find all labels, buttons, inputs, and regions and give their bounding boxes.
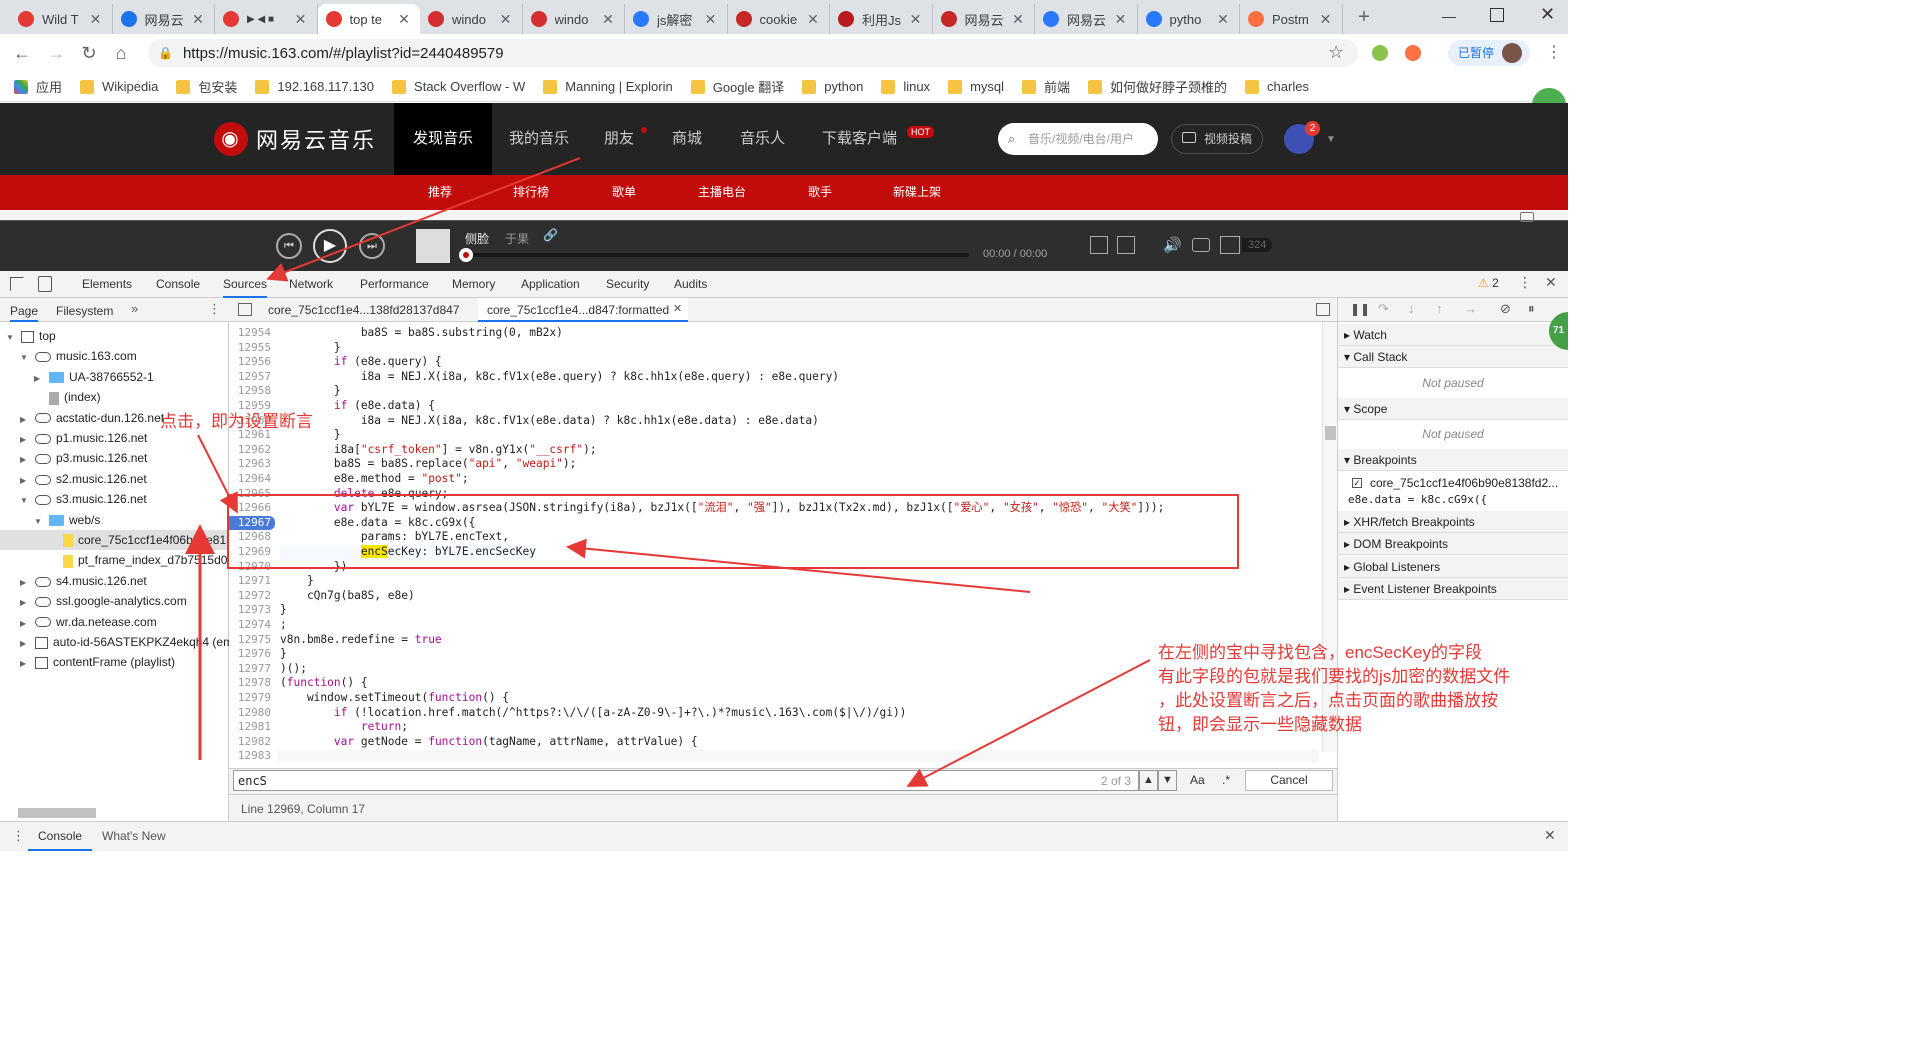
arrow-to-enckey	[566, 538, 1031, 593]
arrow-to-breakpoint	[197, 434, 238, 514]
arrow-to-find-input	[906, 659, 1151, 787]
arrow-to-sources-tab	[266, 157, 581, 282]
annotation-arrows	[185, 157, 1151, 787]
